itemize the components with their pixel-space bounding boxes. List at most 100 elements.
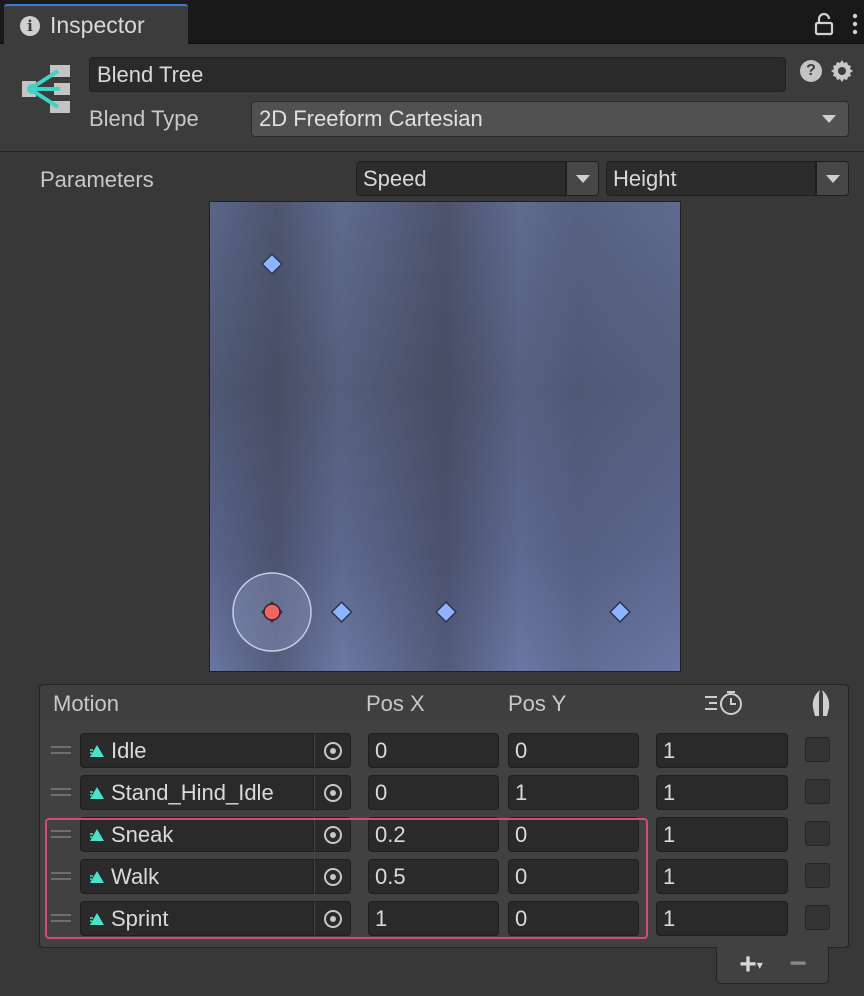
x-parameter-value: Speed <box>363 165 427 191</box>
mirror-checkbox[interactable] <box>805 737 830 762</box>
pos-x-field[interactable]: 0 <box>368 733 499 768</box>
object-picker-button[interactable] <box>314 817 351 852</box>
motion-name: Sneak <box>111 821 174 847</box>
time-scale-field[interactable]: 1 <box>656 733 788 768</box>
mirror-checkbox[interactable] <box>805 905 830 930</box>
blend-point-walk[interactable] <box>435 601 457 623</box>
pos-y-value: 0 <box>515 737 528 763</box>
pos-x-field[interactable]: 0.2 <box>368 817 499 852</box>
column-pos-y: Pos Y <box>508 691 567 716</box>
mirror-checkbox[interactable] <box>805 863 830 888</box>
add-label: + <box>739 948 757 981</box>
blend-graph[interactable] <box>209 201 681 672</box>
chevron-down-icon <box>825 174 840 183</box>
time-scale-value: 1 <box>663 821 676 847</box>
time-scale-field[interactable]: 1 <box>656 859 788 894</box>
help-icon[interactable]: ? <box>800 60 822 82</box>
animation-clip-icon <box>90 870 104 883</box>
x-parameter-dropdown-button[interactable] <box>566 161 599 196</box>
mirror-checkbox[interactable] <box>805 821 830 846</box>
blend-point-stand-hind-idle[interactable] <box>261 253 283 275</box>
blend-point-sprint[interactable] <box>609 601 631 623</box>
pos-x-field[interactable]: 0 <box>368 775 499 810</box>
time-scale-field[interactable]: 1 <box>656 817 788 852</box>
target-dot <box>329 873 336 880</box>
animation-clip-icon <box>90 744 104 757</box>
motion-name: Stand_Hind_Idle <box>111 779 274 805</box>
y-parameter-dropdown-button[interactable] <box>816 161 849 196</box>
info-icon: i <box>20 15 40 36</box>
target-dot <box>329 747 336 754</box>
object-picker-button[interactable] <box>314 901 351 936</box>
remove-motion-button[interactable]: − <box>784 949 812 979</box>
time-scale-value: 1 <box>663 779 676 805</box>
pos-x-value: 0.5 <box>375 863 406 889</box>
blend-type-label: Blend Type <box>89 106 199 131</box>
drag-handle[interactable] <box>51 788 71 796</box>
y-parameter-value: Height <box>613 165 677 191</box>
tab-label: Inspector <box>50 12 145 38</box>
pos-x-value: 0 <box>375 737 388 763</box>
drag-handle[interactable] <box>51 872 71 880</box>
mirror-icon <box>812 689 830 717</box>
object-picker-button[interactable] <box>314 733 351 768</box>
pos-y-field[interactable]: 0 <box>508 859 639 894</box>
drag-handle[interactable] <box>51 830 71 838</box>
motion-field[interactable]: Sprint <box>80 901 314 936</box>
motion-field[interactable]: Walk <box>80 859 314 894</box>
kebab-icon[interactable] <box>850 12 860 36</box>
parameters-label: Parameters <box>40 167 154 192</box>
blend-point-sneak[interactable] <box>330 601 353 623</box>
pos-y-value: 0 <box>515 821 528 847</box>
animation-clip-icon <box>90 912 104 925</box>
motion-name: Walk <box>111 863 160 889</box>
add-motion-button[interactable]: +▾ <box>736 948 766 981</box>
tab-inspector[interactable]: i Inspector <box>4 4 188 45</box>
blend-tree-name: Blend Tree <box>97 61 204 87</box>
time-scale-value: 1 <box>663 863 676 889</box>
blend-graph-canvas[interactable] <box>210 202 680 671</box>
motion-field[interactable]: Sneak <box>80 817 314 852</box>
target-dot <box>329 789 336 796</box>
blend-tree-name-field[interactable]: Blend Tree <box>89 57 786 92</box>
drag-handle[interactable] <box>51 746 71 754</box>
pos-x-field[interactable]: 1 <box>368 901 499 936</box>
animation-clip-icon <box>90 828 104 841</box>
pos-x-value: 0 <box>375 779 388 805</box>
object-picker-button[interactable] <box>314 775 351 810</box>
blend-type-value: 2D Freeform Cartesian <box>259 106 483 131</box>
column-pos-x: Pos X <box>366 691 425 716</box>
gear-icon[interactable] <box>830 59 854 83</box>
chevron-down-icon <box>822 115 836 123</box>
time-scale-value: 1 <box>663 905 676 931</box>
pos-y-field[interactable]: 0 <box>508 733 639 768</box>
pos-y-field[interactable]: 1 <box>508 775 639 810</box>
target-dot <box>329 831 336 838</box>
animation-clip-icon <box>90 786 104 799</box>
target-dot <box>329 915 336 922</box>
motion-field[interactable]: Idle <box>80 733 314 768</box>
pos-y-value: 0 <box>515 863 528 889</box>
y-parameter-field[interactable]: Height <box>606 161 816 196</box>
motion-name: Idle <box>111 737 147 763</box>
time-scale-icon <box>705 691 742 715</box>
pos-x-field[interactable]: 0.5 <box>368 859 499 894</box>
blend-type-dropdown[interactable]: 2D Freeform Cartesian <box>251 101 849 137</box>
pos-x-value: 1 <box>375 905 388 931</box>
motion-field[interactable]: Stand_Hind_Idle <box>80 775 314 810</box>
pos-y-field[interactable]: 0 <box>508 901 639 936</box>
drag-handle[interactable] <box>51 914 71 922</box>
lock-icon[interactable] <box>814 12 834 36</box>
pos-y-field[interactable]: 0 <box>508 817 639 852</box>
time-scale-field[interactable]: 1 <box>656 775 788 810</box>
x-parameter-field[interactable]: Speed <box>356 161 566 196</box>
list-footer <box>716 947 829 984</box>
object-picker-button[interactable] <box>314 859 351 894</box>
pos-y-value: 1 <box>515 779 528 805</box>
mirror-checkbox[interactable] <box>805 779 830 804</box>
current-position-marker[interactable] <box>263 603 281 621</box>
blend-tree-icon <box>22 65 70 113</box>
time-scale-field[interactable]: 1 <box>656 901 788 936</box>
chevron-down-icon <box>575 174 590 183</box>
column-motion: Motion <box>53 691 120 716</box>
